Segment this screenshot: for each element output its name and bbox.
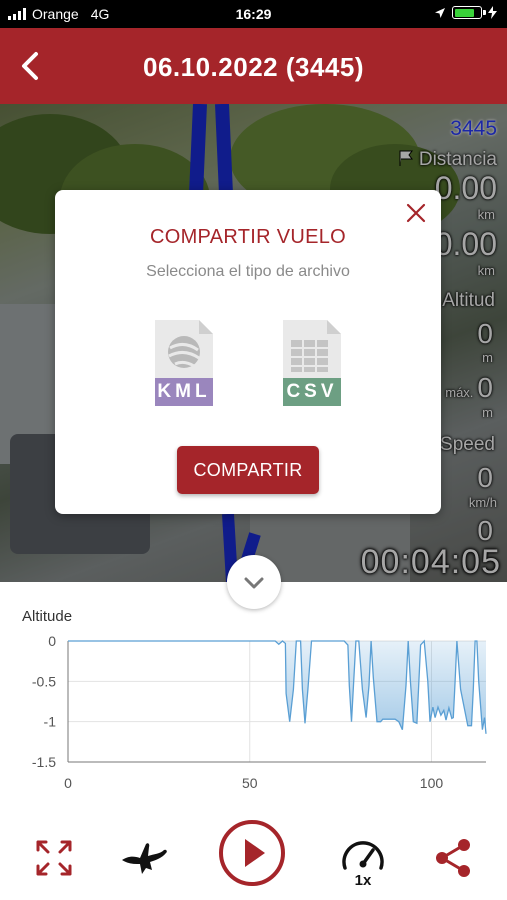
status-time: 16:29: [235, 6, 272, 22]
altitude-chart: 0 -0.5 -1 -1.5 0 50 100: [32, 633, 487, 791]
csv-label: CSV: [286, 381, 338, 402]
status-bar: Orange 4G 16:29: [0, 0, 507, 28]
playback-speed-button[interactable]: 1x: [339, 836, 387, 890]
y-tick-label: -1.5: [32, 754, 56, 770]
fullscreen-icon[interactable]: [34, 838, 74, 878]
share-button[interactable]: COMPARTIR: [177, 446, 319, 494]
y-tick-label: -0.5: [32, 673, 56, 689]
altitude-area: [68, 641, 486, 734]
dialog-subtitle: Selecciona el tipo de archivo: [146, 263, 350, 280]
x-tick-label: 100: [420, 775, 444, 791]
speedometer-icon: [342, 841, 384, 870]
y-tick-label: 0: [48, 633, 56, 649]
chart-title: Altitude: [22, 608, 73, 625]
speed-multiplier: 1x: [354, 872, 372, 889]
collapse-panel-button[interactable]: [227, 555, 281, 609]
app-header: 06.10.2022 (3445): [0, 28, 507, 104]
charging-bolt-icon: [488, 6, 497, 19]
x-tick-label: 50: [242, 775, 258, 791]
y-tick-label: -1: [44, 714, 57, 730]
location-arrow-icon: [435, 7, 445, 18]
play-button[interactable]: [219, 820, 285, 886]
close-icon[interactable]: [405, 202, 427, 224]
page-title: 06.10.2022 (3445): [142, 52, 364, 82]
kml-file-option[interactable]: KML: [153, 318, 215, 408]
share-icon[interactable]: [434, 838, 474, 878]
bottom-toolbar: 1x: [0, 810, 507, 900]
play-icon: [245, 839, 265, 867]
dialog-title: COMPARTIR VUELO: [149, 226, 346, 248]
chevron-down-icon: [244, 577, 264, 589]
x-tick-label: 0: [64, 775, 72, 791]
battery-icon: [452, 6, 486, 19]
bird-icon[interactable]: [120, 838, 170, 878]
status-right: [434, 6, 497, 19]
altitude-line: [68, 639, 487, 734]
share-dialog: COMPARTIR VUELO Selecciona el tipo de ar…: [55, 190, 441, 514]
kml-label: KML: [157, 381, 211, 402]
csv-file-option[interactable]: CSV: [281, 318, 343, 408]
